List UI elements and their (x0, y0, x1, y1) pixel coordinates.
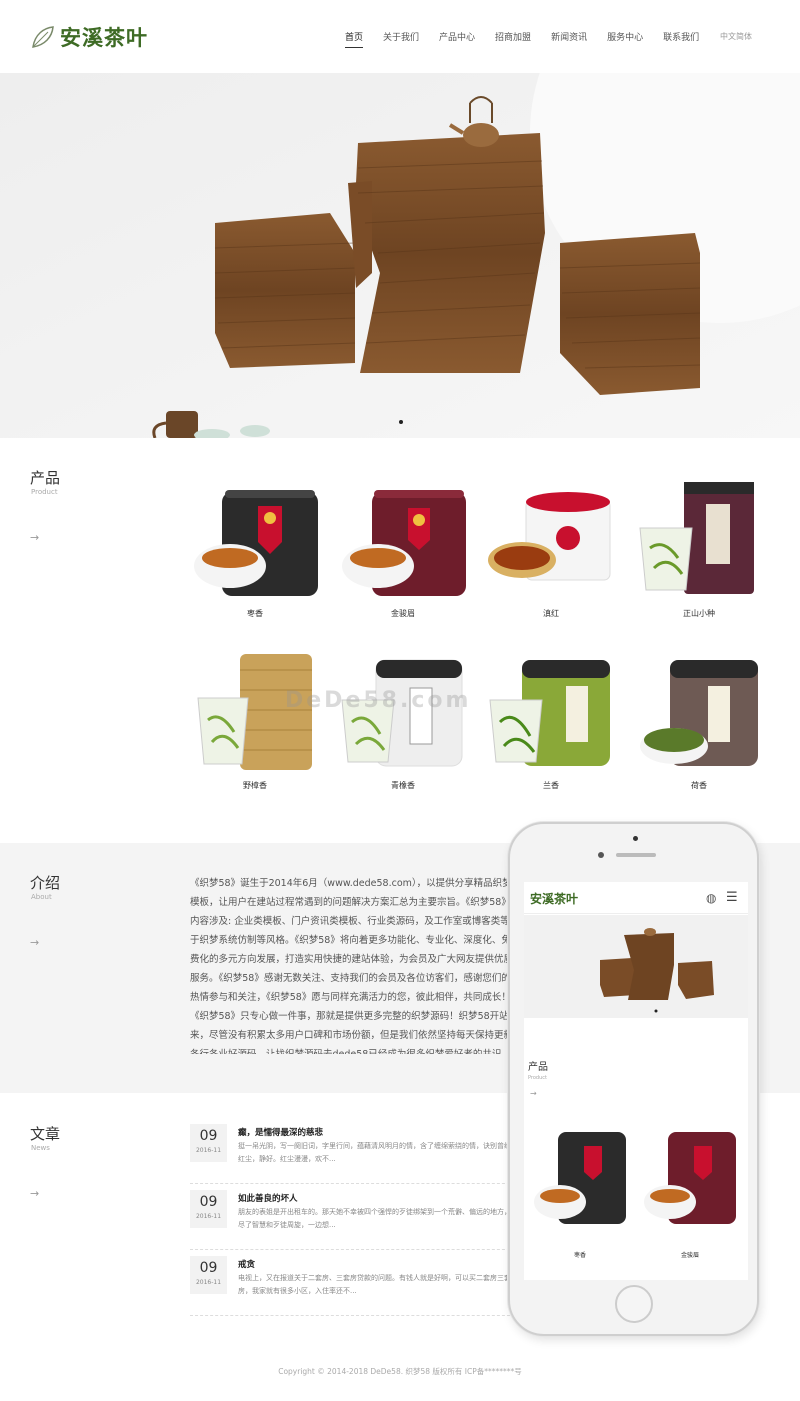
news-more-arrow[interactable]: → (30, 1187, 39, 1200)
mobile-logo[interactable]: 安溪茶叶 (530, 890, 578, 907)
nav-service[interactable]: 服务中心 (607, 30, 643, 48)
mobile-banner (524, 915, 748, 1018)
product-name: 滇红 (543, 609, 559, 618)
about-title: 介绍 (30, 874, 61, 892)
main-nav: 首页 关于我们 产品中心 招商加盟 新闻资讯 服务中心 联系我们 (345, 30, 719, 48)
mobile-banner-image (524, 915, 748, 1018)
product-name: 正山小种 (683, 609, 715, 618)
product-image (194, 490, 318, 596)
product-name: 荷香 (691, 781, 707, 790)
mobile-more-arrow[interactable]: → (530, 1089, 537, 1098)
phone-sensor (598, 852, 604, 858)
hero-banner (0, 73, 800, 438)
menu-icon[interactable]: ☰ (726, 890, 738, 905)
site-logo[interactable]: 安溪茶叶 (30, 22, 148, 52)
logo-text: 安溪茶叶 (60, 25, 148, 50)
mobile-product-image (644, 1132, 736, 1224)
news-year-month: 2016-11 (195, 1279, 222, 1286)
footer-copyright: Copyright © 2014-2018 DeDe58. 织梦58 版权所有 … (278, 1367, 522, 1376)
news-item[interactable]: 09 2016-11 如此善良的坏人 朋友的表姐是开出租车的。那天她不幸被四个强… (190, 1190, 520, 1250)
phone-mockup: 安溪茶叶 ◍ ☰ 产品 Product → 枣香 金骏眉 (508, 822, 759, 1336)
mobile-product-image (534, 1132, 626, 1224)
product-card[interactable]: 金骏眉 (338, 478, 468, 618)
product-image (342, 490, 466, 596)
news-subtitle: News (31, 1144, 50, 1152)
product-image (488, 492, 611, 581)
about-more-arrow[interactable]: → (30, 936, 39, 949)
news-year-month: 2016-11 (195, 1147, 222, 1154)
products-more-arrow[interactable]: → (30, 531, 39, 544)
banner-image (0, 73, 800, 438)
products-title: 产品 (30, 469, 61, 487)
news-title: 文章 (30, 1125, 61, 1143)
news-year-month: 2016-11 (195, 1213, 222, 1220)
nav-news[interactable]: 新闻资讯 (551, 30, 587, 48)
phone-home-button[interactable] (615, 1285, 653, 1323)
product-image (489, 660, 610, 766)
products-subtitle: Product (31, 488, 58, 496)
nav-franchise[interactable]: 招商加盟 (495, 30, 531, 48)
news-title[interactable]: 癫，是懦得最深的慈悲 (238, 1126, 323, 1138)
mobile-product-name: 枣香 (573, 1252, 586, 1259)
product-card[interactable]: 枣香 (190, 478, 320, 618)
product-image (639, 482, 754, 594)
mobile-section-subtitle: Product (528, 1075, 547, 1081)
news-desc: 挺一帛光阴，写一阕旧词，字里行间，蕴藉清风明月的情，含了缠绵萦绕的情，诀别曾经的… (238, 1142, 518, 1163)
news-date: 09 2016-11 (190, 1256, 227, 1294)
news-date: 09 2016-11 (190, 1190, 227, 1228)
mobile-product-card[interactable] (640, 1128, 740, 1228)
mobile-product-name: 金骏眉 (680, 1252, 699, 1259)
nav-contact[interactable]: 联系我们 (663, 30, 699, 48)
news-title[interactable]: 如此善良的坏人 (238, 1192, 298, 1204)
product-card[interactable]: 兰香 (486, 650, 616, 790)
product-card[interactable]: 荷香 (634, 650, 764, 790)
globe-icon[interactable]: ◍ (706, 891, 716, 905)
site-header: 安溪茶叶 首页 关于我们 产品中心 招商加盟 新闻资讯 服务中心 联系我们 中文… (0, 0, 800, 73)
product-name: 枣香 (247, 609, 263, 618)
nav-products[interactable]: 产品中心 (439, 30, 475, 48)
product-name: 青橡香 (391, 781, 415, 790)
mobile-section-title: 产品 (528, 1062, 548, 1073)
about-text: 《织梦58》诞生于2014年6月（www.dede58.com），以提供分享精品… (190, 878, 520, 1054)
watermark-text: DeDe58.com (285, 688, 472, 713)
mobile-product-card[interactable] (530, 1128, 630, 1228)
news-desc: 电视上，又在报道关于二套房、三套房贷款的问题。有钱人就是好啊，可以买二套房三套房… (238, 1274, 511, 1295)
news-day: 09 (199, 1128, 218, 1144)
product-name: 兰香 (543, 781, 559, 790)
language-switch[interactable]: 中文简体 (720, 31, 752, 42)
news-desc: 朋友的表姐是开出租车的。那天她不幸被四个强悍的歹徒绑架到一个荒僻、偏远的地方，用… (238, 1208, 518, 1229)
mobile-header: 安溪茶叶 ◍ ☰ (524, 882, 748, 914)
about-subtitle: About (31, 893, 52, 901)
leaf-icon (32, 26, 54, 48)
product-card[interactable]: 正山小种 (634, 478, 764, 618)
news-item[interactable]: 09 2016-11 癫，是懦得最深的慈悲 挺一帛光阴，写一阕旧词，字里行间，蕴… (190, 1124, 520, 1184)
product-name: 野樟香 (243, 781, 267, 790)
news-date: 09 2016-11 (190, 1124, 227, 1162)
phone-screen: 安溪茶叶 ◍ ☰ 产品 Product → 枣香 金骏眉 (524, 882, 748, 1280)
news-item[interactable]: 09 2016-11 戒贪 电视上，又在报道关于二套房、三套房贷款的问题。有钱人… (190, 1256, 520, 1316)
news-title[interactable]: 戒贪 (238, 1258, 255, 1270)
product-image (640, 660, 758, 766)
product-name: 金骏眉 (391, 609, 415, 618)
nav-home[interactable]: 首页 (345, 30, 364, 48)
nav-about[interactable]: 关于我们 (383, 30, 419, 48)
phone-speaker (616, 853, 656, 857)
slider-dot[interactable] (399, 420, 403, 424)
news-day: 09 (199, 1260, 218, 1276)
product-card[interactable]: 滇红 (486, 478, 616, 618)
news-day: 09 (199, 1194, 218, 1210)
phone-camera (633, 836, 638, 841)
